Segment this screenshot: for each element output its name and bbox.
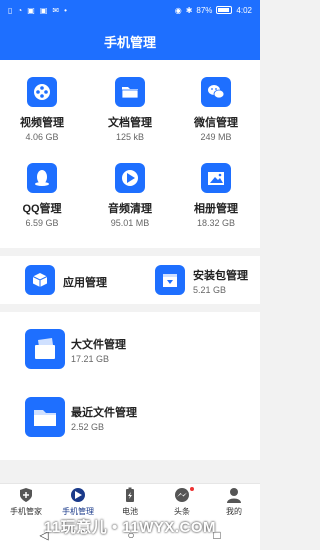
large-file-row[interactable]: 大文件管理 17.21 GB <box>0 312 260 386</box>
page-title: 手机管理 <box>103 35 156 50</box>
battery-percent: 87% <box>196 5 213 15</box>
profile-icon <box>227 488 241 503</box>
entry-name: 应用管理 <box>63 277 107 289</box>
qq-penguin-icon <box>27 163 57 193</box>
audio-cleanup-tile[interactable]: 音频清理 95.01 MB <box>89 163 171 228</box>
tile-name: QQ管理 <box>22 203 62 215</box>
tile-size: 249 MB <box>200 132 232 142</box>
package-icon[interactable] <box>155 265 185 295</box>
folder-icon <box>115 77 145 107</box>
bluetooth-icon: ✱ <box>185 5 193 15</box>
photo-album-icon <box>201 163 231 193</box>
audio-icon <box>115 163 145 193</box>
qq-management-tile[interactable]: QQ管理 6.59 GB <box>1 163 83 228</box>
entry-size: 2.52 GB <box>71 422 105 432</box>
app-package-row: 应用管理 安装包管理 5.21 GB <box>0 256 260 304</box>
package-management-entry[interactable]: 安装包管理 5.21 GB <box>193 267 248 295</box>
tile-name: 视频管理 <box>20 117 64 129</box>
recent-file-entry: 最近文件管理 2.52 GB <box>71 404 137 432</box>
large-file-entry: 大文件管理 17.21 GB <box>71 336 126 364</box>
entry-size: 5.21 GB <box>193 285 227 295</box>
location-icon: ◉ <box>174 5 182 15</box>
watermark: 11玩意儿 • 11WYX.COM <box>43 519 217 536</box>
entry-size: 17.21 GB <box>71 354 110 364</box>
tab-headlines[interactable]: 头条 <box>156 484 208 519</box>
wechat-management-tile[interactable]: 微信管理 249 MB <box>175 77 257 142</box>
tile-size: 18.32 GB <box>196 218 236 228</box>
wifi-icon: ◔ <box>17 5 23 15</box>
tile-size: 4.06 GB <box>25 132 59 142</box>
battery-icon <box>126 487 134 502</box>
tile-size: 125 kB <box>115 132 145 142</box>
messenger-icon <box>175 488 189 502</box>
shield-icon <box>20 488 32 502</box>
album-management-tile[interactable]: 相册管理 18.32 GB <box>175 163 257 228</box>
phone-manage-icon <box>71 488 85 502</box>
app-notification-icon: ▣ <box>27 5 35 15</box>
message-icon: ✉ <box>52 5 60 15</box>
entry-name: 安装包管理 <box>193 270 248 282</box>
wechat-icon <box>201 77 231 107</box>
entry-name: 最近文件管理 <box>71 407 137 419</box>
film-reel-icon <box>27 77 57 107</box>
sim-icon: ▯ <box>8 5 13 15</box>
app-cube-icon[interactable] <box>25 265 55 295</box>
tile-name: 文档管理 <box>108 117 152 129</box>
app-notification-icon: ▣ <box>39 5 48 15</box>
tab-battery[interactable]: 电池 <box>104 484 156 519</box>
video-management-tile[interactable]: 视频管理 4.06 GB <box>1 77 83 142</box>
tile-size: 6.59 GB <box>25 218 59 228</box>
entry-name: 大文件管理 <box>71 339 126 351</box>
tab-phone-management[interactable]: 手机管理 <box>52 484 104 519</box>
status-bar: ▯ ◔ ▣ ▣ ✉ • ◉ ✱ 87% 4:02 <box>0 0 260 20</box>
tile-size: 95.01 MB <box>110 218 150 228</box>
tile-name: 音频清理 <box>108 203 152 215</box>
clock: 4:02 <box>236 5 252 15</box>
document-management-tile[interactable]: 文档管理 125 kB <box>89 77 171 142</box>
header-bar: ▯ ◔ ▣ ▣ ✉ • ◉ ✱ 87% 4:02 手机管理 <box>0 0 260 60</box>
app-management-entry[interactable]: 应用管理 <box>63 274 107 290</box>
large-file-icon <box>25 329 65 369</box>
category-grid: 视频管理 4.06 GB 文档管理 125 kB 微信管理 249 MB QQ管… <box>0 60 260 248</box>
tile-name: 微信管理 <box>194 117 238 129</box>
tab-profile[interactable]: 我的 <box>208 484 260 519</box>
tile-name: 相册管理 <box>194 203 238 215</box>
more-dots-icon: • <box>64 5 67 15</box>
battery-level-icon <box>216 6 233 14</box>
notification-badge <box>190 487 194 491</box>
recent-file-row[interactable]: 最近文件管理 2.52 GB <box>0 386 260 460</box>
recent-folder-icon <box>25 397 65 437</box>
tab-phone-butler[interactable]: 手机管家 <box>0 484 52 519</box>
bottom-tab-bar: 手机管家 手机管理 电池 头条 我的 <box>0 483 260 519</box>
